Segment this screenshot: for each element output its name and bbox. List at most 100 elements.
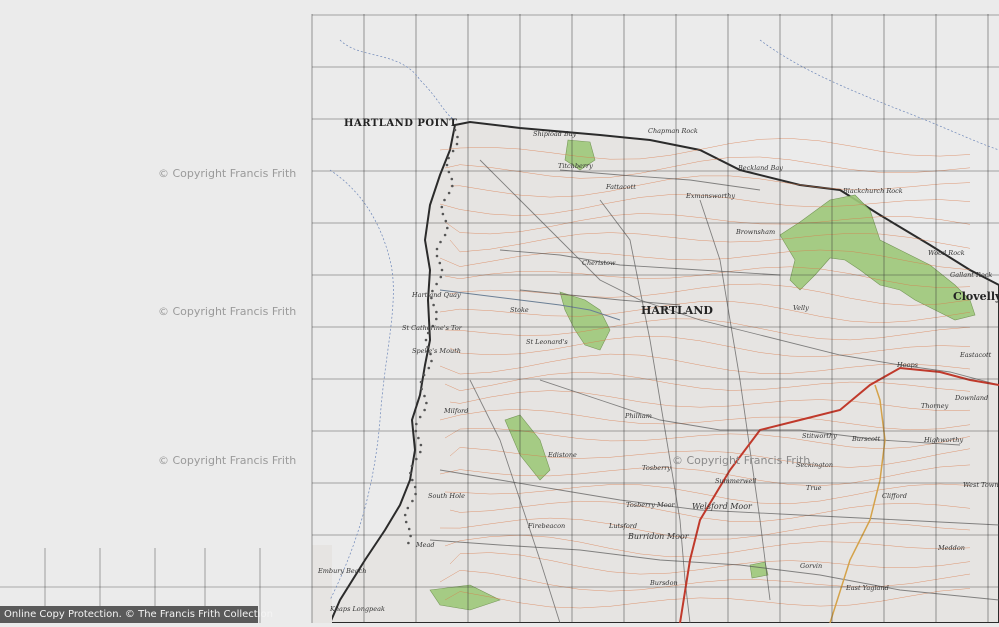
coast-rock-58 [409,534,412,538]
coast-rock-19 [438,261,442,265]
label-speke-mouth: Speke's Mouth [412,347,461,355]
coast-rock-44 [417,436,420,440]
watermark-2: © Copyright Francis Frith [158,305,297,318]
label-edistone: Edistone [548,451,577,459]
coast-rock-50 [411,478,414,482]
coast-rock-9 [447,191,451,195]
depth-line-1 [339,39,456,121]
label-lutsford: Lutsford [609,522,638,530]
coast-rock-3 [451,149,455,153]
label-brownsham: Brownsham [736,228,776,236]
coast-rock-12 [441,212,445,216]
label-fattacott: Fattacott [606,183,636,191]
label-titchberry: Titchberry [558,162,593,170]
label-st-catherines-tor: St Catherine's Tor [402,324,462,332]
coast-rock-15 [443,233,447,237]
label-cheristow: Cheristow [582,259,616,267]
label-wood-rock: Wood Rock [928,249,965,257]
label-knaps-longpeak: Knaps Longpeak [330,605,385,613]
label-highworthy: Highworthy [924,436,964,444]
map-canvas [0,14,999,624]
label-blackchurch-rock: Blackchurch Rock [843,187,903,195]
label-philham: Philham [625,412,652,420]
label-summerwell: Summerwell [715,477,757,485]
label-beckland-bay: Beckland Bay [738,164,783,172]
coast-rock-40 [423,408,426,412]
coast-rock-21 [439,275,443,279]
coast-rock-53 [411,499,414,503]
label-south-hole: South Hole [428,492,465,500]
label-embury-beach: Embury Beach [318,567,367,575]
label-tosberry-moor: Tosberry Moor [626,501,675,509]
label-hartland-point: HARTLAND POINT [344,118,458,129]
label-hartland: HARTLAND [641,304,713,317]
map-sheet-left-lower [312,545,332,623]
coast-rock-33 [430,359,433,363]
coast-rock-39 [425,401,428,405]
coast-rock-17 [435,247,439,251]
label-milford: Milford [444,407,469,415]
watermark-4: © Copyright Francis Frith [672,454,811,467]
label-thorney: Thorney [921,402,949,410]
coast-rock-51 [413,485,417,489]
coast-rock-57 [407,527,411,531]
label-hoops: Hoops [897,361,918,369]
coast-rock-36 [419,380,423,384]
label-gorvin: Gorvin [800,562,823,570]
coast-rock-4 [447,156,450,160]
coast-rock-20 [440,268,444,272]
coast-rock-59 [407,541,410,545]
label-welsford-moor: Welsford Moor [692,502,752,511]
coast-rock-56 [404,520,408,524]
copyright-bar: Online Copy Protection. © The Francis Fr… [0,606,273,623]
coast-rock-22 [435,282,438,286]
label-stoke: Stoke [510,306,529,314]
label-velly: Velly [793,304,809,312]
coast-rock-30 [424,338,428,342]
coast-rock-6 [447,170,451,174]
label-stitworthy: Stitworthy [802,432,837,440]
watermark-1: © Copyright Francis Frith [158,167,297,180]
label-firebeacon: Firebeacon [528,522,566,530]
coast-rock-43 [414,429,418,433]
label-burridon-moor: Burridon Moor [628,532,689,541]
coast-rock-55 [403,513,407,517]
historical-map: HARTLAND POINT HARTLAND Clovelly Welsfor… [0,0,999,624]
coast-rock-34 [427,366,431,370]
coast-rock-42 [415,422,418,426]
coast-rock-13 [444,219,448,223]
label-bursdon: Bursdon [650,579,678,587]
label-shipload-bay: Shipload Bay [533,130,577,138]
coast-rock-27 [435,317,438,321]
label-true: True [806,484,822,492]
coast-rock-18 [435,254,439,258]
coast-rock-0 [453,128,457,132]
coast-rock-41 [418,415,422,419]
label-west-town: West Town [963,481,999,489]
coast-rock-38 [423,394,426,398]
coast-rock-8 [451,184,454,188]
coast-rock-1 [456,135,459,139]
label-st-leonards: St Leonard's [526,338,568,346]
depth-line-3 [759,39,999,151]
coast-rock-11 [440,205,444,209]
coast-rock-25 [432,303,435,307]
coast-rock-5 [445,163,449,167]
watermark-3: © Copyright Francis Frith [158,454,297,467]
label-meddon: Meddon [938,544,965,552]
coast-rock-10 [443,198,446,202]
coast-rock-48 [410,464,414,468]
label-hartland-quay: Hartland Quay [412,291,461,299]
label-clifford: Clifford [882,492,907,500]
coast-rock-29 [426,331,430,335]
label-chapman-rock: Chapman Rock [648,127,698,135]
label-eastacott: Eastacott [960,351,992,359]
coast-rock-2 [455,142,459,146]
label-burscott: Burscott [852,435,881,443]
coast-rock-7 [450,177,454,181]
coast-rock-46 [419,450,422,454]
coast-rock-45 [419,443,423,447]
label-east-yagland: East Yagland [846,584,889,592]
label-gallant-rock: Gallant Rock [950,271,993,279]
coast-rock-14 [446,226,449,230]
